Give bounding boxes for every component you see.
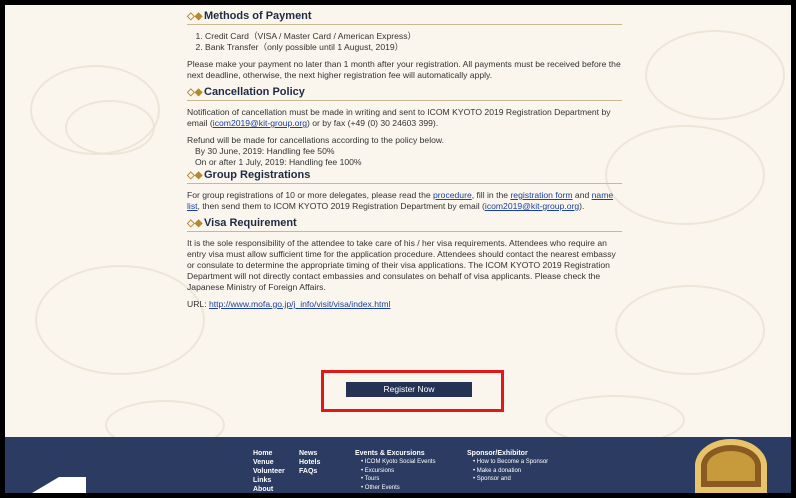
cancellation-note: Notification of cancellation must be mad… <box>187 107 622 129</box>
footer-link[interactable]: Other Events <box>355 484 435 493</box>
email-link[interactable]: icom2019@kit-group.org <box>213 118 307 128</box>
footer-heading[interactable]: Sponsor/Exhibitor <box>467 449 557 458</box>
main-content: ◇◆ Methods of Payment Credit Card（VISA /… <box>187 11 622 316</box>
footer-col-events: Events & Excursions ICOM Kyoto Social Ev… <box>355 449 435 492</box>
text: For group registrations of 10 or more de… <box>187 190 434 200</box>
register-highlight-box: Register Now <box>321 370 504 412</box>
footer-link[interactable]: Venue <box>253 458 285 467</box>
page: ◇◆ Methods of Payment Credit Card（VISA /… <box>5 5 791 493</box>
footer-logo-shape <box>32 477 86 493</box>
footer-heading[interactable]: Events & Excursions <box>355 449 435 458</box>
footer-link[interactable]: Tours <box>355 475 435 484</box>
cloud-decoration <box>615 285 765 375</box>
group-heading: ◇◆ Group Registrations <box>187 170 622 184</box>
list-item: Credit Card（VISA / Master Card / America… <box>205 31 622 42</box>
footer-col-main: Home Venue Volunteer Links About <box>253 449 285 493</box>
footer-link[interactable]: FAQs <box>299 467 320 476</box>
cloud-decoration <box>35 265 205 375</box>
text: , fill in the <box>471 190 511 200</box>
register-now-button[interactable]: Register Now <box>346 382 472 397</box>
group-text: For group registrations of 10 or more de… <box>187 190 622 212</box>
visa-url-line: URL: http://www.mofa.go.jp/j_info/visit/… <box>187 299 622 310</box>
cancellation-title: Cancellation Policy <box>204 86 305 98</box>
payment-heading: ◇◆ Methods of Payment <box>187 11 622 25</box>
site-footer: Home Venue Volunteer Links About News Ho… <box>5 437 791 493</box>
footer-link[interactable]: Make a donation <box>467 467 557 476</box>
group-title: Group Registrations <box>204 169 311 181</box>
payment-note: Please make your payment no later than 1… <box>187 59 621 80</box>
footer-link[interactable]: Hotels <box>299 458 320 467</box>
cloud-decoration <box>645 30 785 120</box>
footer-link[interactable]: How to Become a Sponsor <box>467 458 557 467</box>
payment-methods-list: Credit Card（VISA / Master Card / America… <box>205 31 622 53</box>
text: , then send them to ICOM KYOTO 2019 Regi… <box>197 201 485 211</box>
footer-link[interactable]: ICOM Kyoto Social Events <box>355 458 436 467</box>
email-link[interactable]: icom2019@kit-group.org <box>485 201 579 211</box>
text: ) or by fax (+49 (0) 30 24603 399). <box>307 118 439 128</box>
footer-link[interactable]: Links <box>253 476 285 485</box>
diamond-bullet-icon: ◇◆ <box>187 218 203 229</box>
text: and <box>572 190 592 200</box>
text: ). <box>579 201 585 211</box>
visa-heading: ◇◆ Visa Requirement <box>187 218 622 232</box>
footer-link[interactable]: Home <box>253 449 285 458</box>
footer-col-secondary: News Hotels FAQs <box>299 449 320 476</box>
refund-item: By 30 June, 2019: Handling fee 50% <box>195 146 335 156</box>
url-label: URL: <box>187 299 209 309</box>
list-item: Bank Transfer（only possible until 1 Augu… <box>205 42 622 53</box>
cloud-decoration <box>605 125 765 225</box>
refund-policy: Refund will be made for cancellations ac… <box>187 135 622 168</box>
diamond-bullet-icon: ◇◆ <box>187 170 203 181</box>
refund-title: Refund will be made for cancellations ac… <box>187 135 445 145</box>
footer-link[interactable]: News <box>299 449 320 458</box>
cancellation-heading: ◇◆ Cancellation Policy <box>187 87 622 101</box>
cloud-decoration <box>65 100 155 155</box>
procedure-link[interactable]: procedure <box>433 190 472 200</box>
visa-text: It is the sole responsibility of the att… <box>187 238 616 292</box>
footer-link[interactable]: Sponsor and <box>467 475 557 484</box>
mofa-visa-link[interactable]: http://www.mofa.go.jp/j_info/visit/visa/… <box>209 299 391 309</box>
footer-col-sponsor: Sponsor/Exhibitor How to Become a Sponso… <box>467 449 557 484</box>
visa-title: Visa Requirement <box>204 217 297 229</box>
registration-form-link[interactable]: registration form <box>510 190 572 200</box>
footer-link[interactable]: Volunteer <box>253 467 285 476</box>
refund-item: On or after 1 July, 2019: Handling fee 1… <box>195 157 362 167</box>
footer-link[interactable]: Excursions <box>355 467 435 476</box>
footer-link[interactable]: About <box>253 485 285 493</box>
footer-illustration <box>695 439 767 493</box>
payment-title: Methods of Payment <box>204 10 312 22</box>
diamond-bullet-icon: ◇◆ <box>187 87 203 98</box>
diamond-bullet-icon: ◇◆ <box>187 11 203 22</box>
